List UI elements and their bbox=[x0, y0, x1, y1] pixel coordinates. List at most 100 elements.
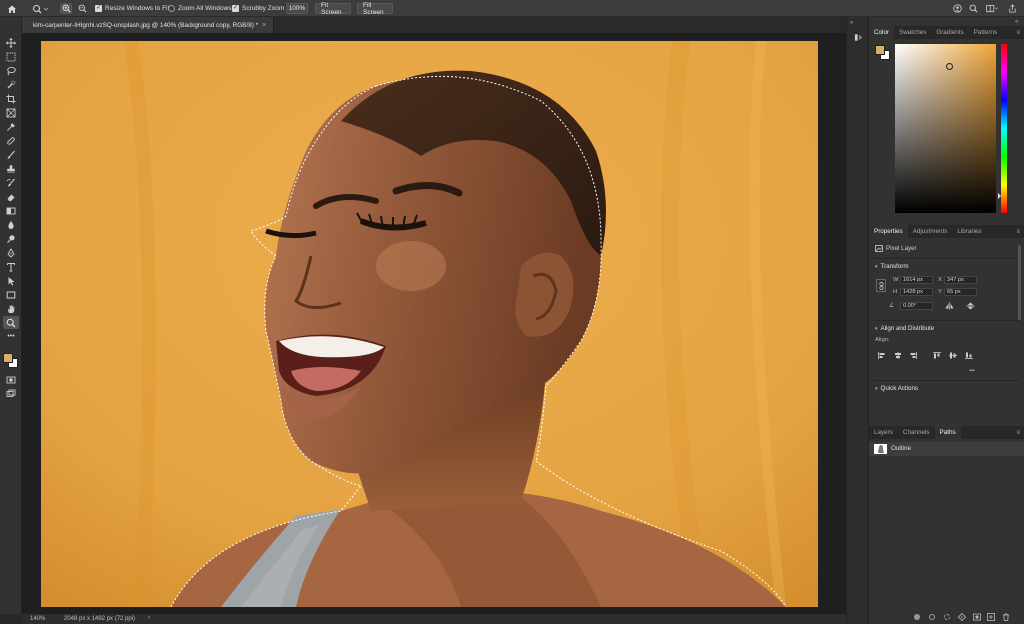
pen-tool[interactable] bbox=[3, 246, 19, 259]
zoom-all-windows-checkbox[interactable]: Zoom All Windows bbox=[168, 0, 231, 17]
document-canvas[interactable] bbox=[41, 41, 818, 607]
home-icon[interactable] bbox=[6, 3, 17, 14]
align-left-edges-button[interactable] bbox=[877, 351, 886, 359]
panel-menu-icon[interactable]: ≡ bbox=[1016, 426, 1024, 439]
resize-windows-checkbox[interactable]: ✓ Resize Windows to Fit bbox=[95, 0, 169, 17]
zoom-100-button[interactable]: 100% bbox=[286, 3, 308, 14]
close-tab-icon[interactable]: × bbox=[262, 22, 266, 29]
clone-stamp-tool[interactable] bbox=[3, 162, 19, 175]
width-field[interactable]: 1614 px bbox=[900, 276, 933, 284]
fill-path-icon[interactable] bbox=[914, 614, 920, 620]
color-swatches[interactable] bbox=[3, 353, 19, 369]
blur-tool[interactable] bbox=[3, 218, 19, 231]
fit-screen-button[interactable]: Fit Screen bbox=[315, 2, 351, 16]
arrow-pointer-icon bbox=[8, 276, 15, 285]
frame-tool[interactable] bbox=[3, 106, 19, 119]
angle-field[interactable]: 0.00° bbox=[900, 302, 933, 310]
brush-tool[interactable] bbox=[3, 148, 19, 161]
collapse-panels-icon[interactable]: » bbox=[850, 20, 853, 26]
new-path-icon[interactable] bbox=[987, 613, 995, 621]
more-tools-button[interactable]: ••• bbox=[3, 330, 19, 343]
link-dimensions-icon[interactable] bbox=[876, 279, 886, 292]
path-row-outline[interactable]: Outline bbox=[869, 442, 1024, 456]
hue-slider[interactable] bbox=[998, 44, 1007, 213]
healing-brush-tool[interactable] bbox=[3, 134, 19, 147]
eyedropper-tool[interactable] bbox=[3, 120, 19, 133]
panel-menu-icon[interactable]: ≡ bbox=[1016, 26, 1024, 39]
scrubby-zoom-checkbox[interactable]: ✓ Scrubby Zoom bbox=[232, 0, 284, 17]
align-vertical-centers-button[interactable] bbox=[948, 351, 957, 359]
height-field[interactable]: 1428 px bbox=[900, 288, 933, 296]
dodge-tool[interactable] bbox=[3, 232, 19, 245]
load-as-selection-icon[interactable] bbox=[944, 614, 950, 620]
quick-selection-tool[interactable] bbox=[3, 78, 19, 91]
zoom-in-icon[interactable] bbox=[60, 3, 72, 14]
color-panel-swatches[interactable] bbox=[875, 45, 891, 61]
marquee-tool[interactable] bbox=[3, 50, 19, 63]
quick-actions-header[interactable]: ▾ Quick Actions bbox=[875, 385, 918, 392]
tab-gradients[interactable]: Gradients bbox=[931, 26, 968, 39]
tab-properties[interactable]: Properties bbox=[869, 225, 908, 238]
type-tool[interactable] bbox=[3, 260, 19, 273]
foreground-color-swatch[interactable] bbox=[3, 353, 13, 363]
move-tool[interactable] bbox=[3, 36, 19, 49]
fg-color-chip[interactable] bbox=[875, 45, 885, 55]
tab-swatches[interactable]: Swatches bbox=[894, 26, 931, 39]
zoom-tool[interactable] bbox=[3, 316, 19, 329]
history-panel-icon[interactable] bbox=[853, 32, 864, 43]
collapse-right-panels-icon[interactable]: « bbox=[1015, 19, 1018, 25]
status-menu-arrow[interactable]: › bbox=[148, 615, 150, 621]
divider bbox=[873, 320, 1020, 321]
align-bottom-edges-button[interactable] bbox=[964, 351, 973, 359]
zoom-tool-preset-icon[interactable] bbox=[31, 3, 49, 14]
bandage-icon bbox=[7, 136, 15, 145]
delete-path-icon[interactable] bbox=[1002, 613, 1010, 621]
history-brush-tool[interactable] bbox=[3, 176, 19, 189]
flip-horizontal-icon[interactable] bbox=[945, 302, 954, 310]
tab-color[interactable]: Color bbox=[869, 26, 895, 39]
x-field[interactable]: 347 px bbox=[944, 276, 977, 284]
fill-screen-button[interactable]: Fill Screen bbox=[357, 2, 393, 16]
align-section-header[interactable]: ▾ Align and Distribute bbox=[875, 325, 934, 332]
rectangle-tool[interactable] bbox=[3, 288, 19, 301]
tab-paths[interactable]: Paths bbox=[934, 426, 961, 439]
hand-tool[interactable] bbox=[3, 302, 19, 315]
search-icon[interactable] bbox=[968, 3, 979, 14]
stroke-path-icon[interactable] bbox=[929, 614, 935, 620]
eraser-tool[interactable] bbox=[3, 190, 19, 203]
path-selection-tool[interactable] bbox=[3, 274, 19, 287]
y-field[interactable]: 65 px bbox=[944, 288, 977, 296]
screen-mode-button[interactable] bbox=[3, 387, 19, 400]
more-align-options[interactable]: ••• bbox=[965, 367, 979, 375]
share-icon[interactable] bbox=[1006, 3, 1018, 14]
color-picker-cursor[interactable] bbox=[946, 63, 953, 70]
zoom-out-icon[interactable] bbox=[76, 3, 88, 14]
align-horizontal-centers-button[interactable] bbox=[893, 351, 902, 359]
zoom-level[interactable]: 140% bbox=[30, 616, 45, 622]
quick-selection-icon bbox=[7, 80, 16, 88]
tab-patterns[interactable]: Patterns bbox=[969, 26, 1002, 39]
flip-vertical-icon[interactable] bbox=[966, 302, 975, 310]
panel-menu-icon[interactable]: ≡ bbox=[1016, 225, 1024, 238]
gradient-tool[interactable] bbox=[3, 204, 19, 217]
account-icon[interactable] bbox=[952, 3, 963, 14]
crop-tool[interactable] bbox=[3, 92, 19, 105]
make-work-path-icon[interactable] bbox=[957, 612, 967, 622]
tab-layers[interactable]: Layers bbox=[869, 426, 898, 439]
lasso-tool[interactable] bbox=[3, 64, 19, 77]
align-right-edges-button[interactable] bbox=[908, 351, 917, 359]
add-mask-icon[interactable] bbox=[973, 613, 981, 621]
tab-adjustments[interactable]: Adjustments bbox=[908, 225, 953, 238]
hue-slider-handle[interactable] bbox=[998, 193, 1001, 199]
workspace-icon[interactable] bbox=[984, 3, 1000, 14]
quick-mask-button[interactable] bbox=[3, 373, 19, 386]
tab-channels[interactable]: Channels bbox=[898, 426, 935, 439]
align-top-edges-button[interactable] bbox=[932, 351, 941, 359]
color-picker-field[interactable] bbox=[895, 44, 996, 213]
path-name: Outline bbox=[891, 445, 911, 452]
tab-libraries[interactable]: Libraries bbox=[952, 225, 986, 238]
document-tab[interactable]: kim-carpenter-IHIgnhi.vzSQ-unsplash.jpg … bbox=[22, 17, 275, 33]
canvas-area[interactable] bbox=[22, 33, 846, 614]
panel-scrollbar[interactable] bbox=[1018, 245, 1021, 320]
transform-section-header[interactable]: ▾ Transform bbox=[875, 263, 908, 270]
